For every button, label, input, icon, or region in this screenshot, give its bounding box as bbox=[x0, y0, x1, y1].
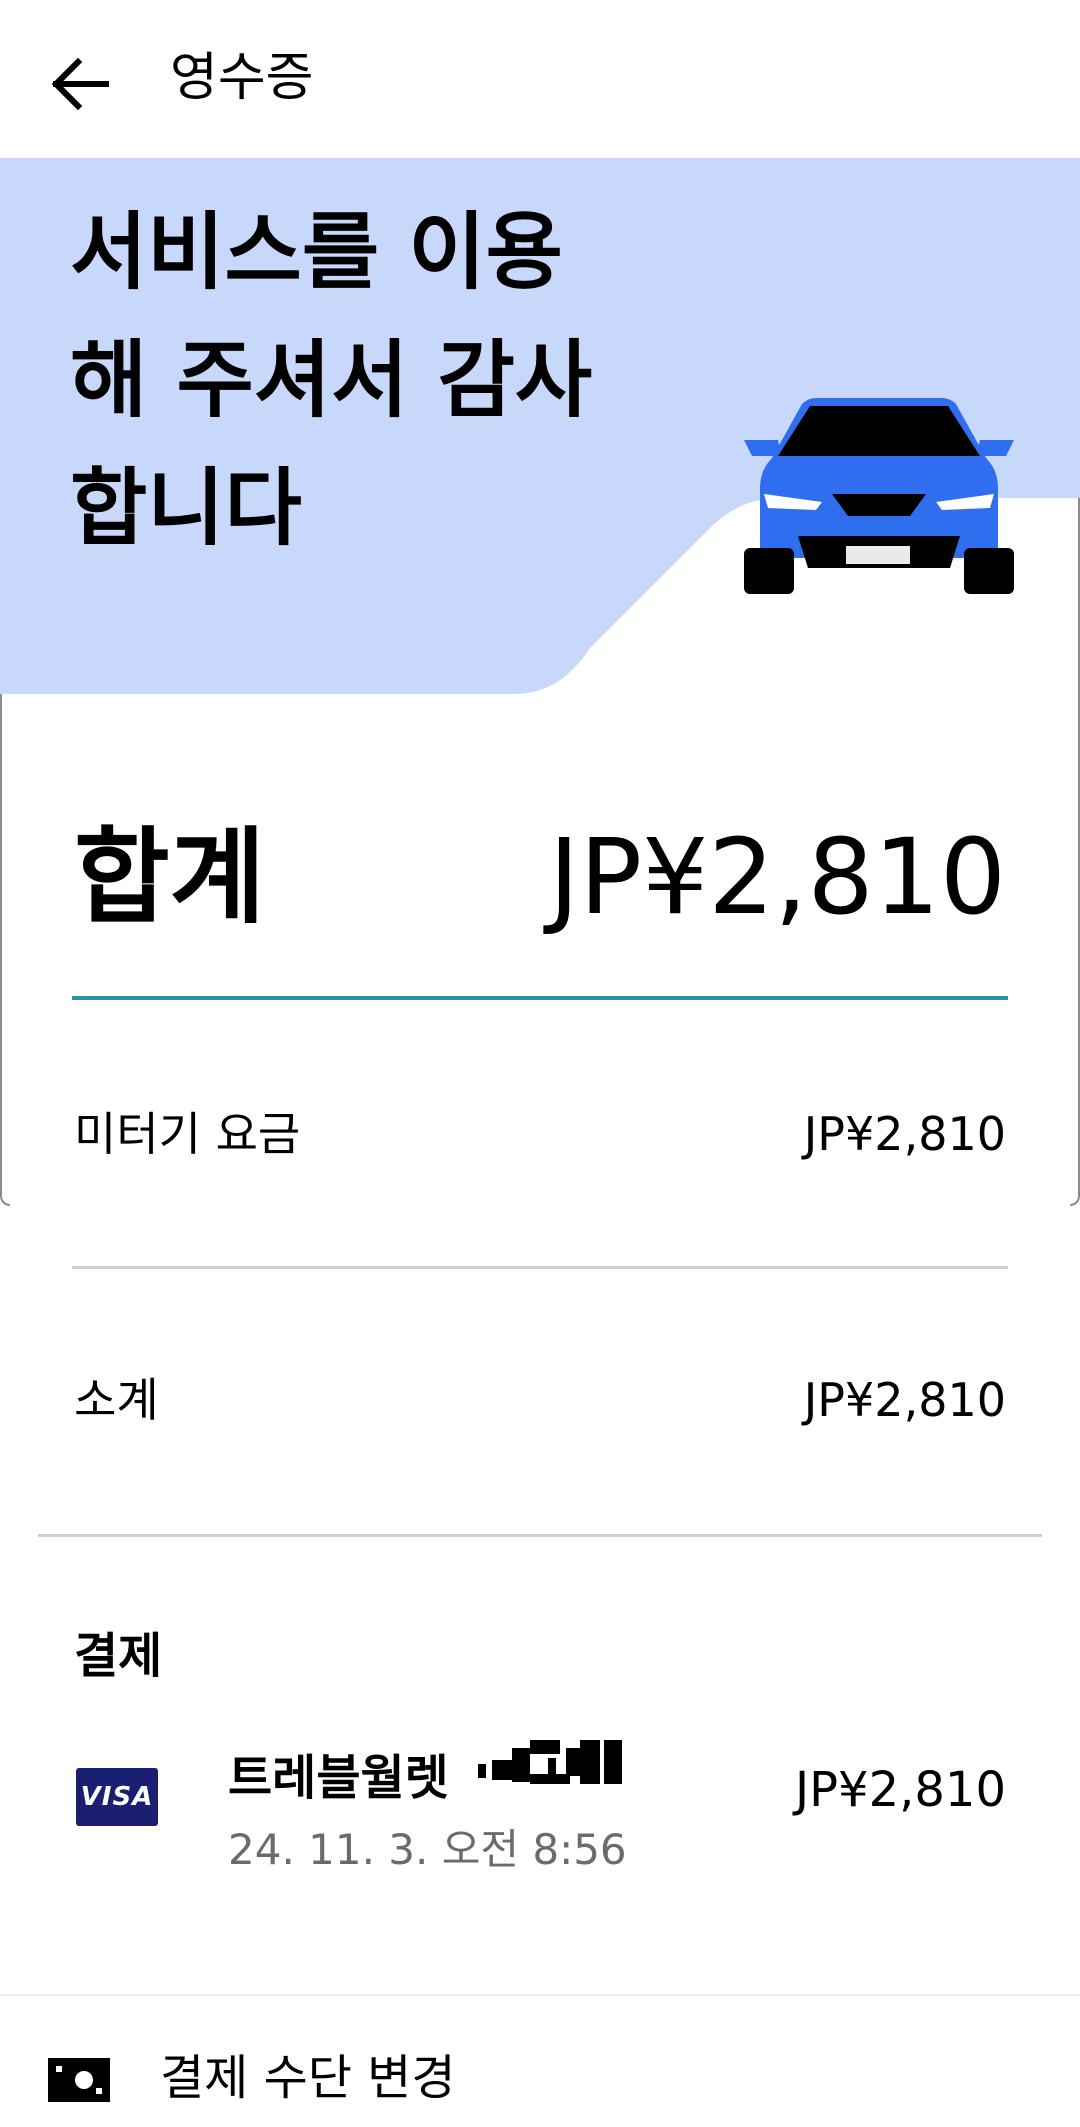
visa-card-icon: VISA bbox=[76, 1768, 158, 1826]
payment-date: 24. 11. 3. 오전 8:56 bbox=[228, 1825, 627, 1874]
cash-icon bbox=[48, 2058, 110, 2102]
change-payment-method-button[interactable]: 결제 수단 변경 bbox=[0, 2010, 1080, 2127]
divider bbox=[72, 1266, 1008, 1269]
change-payment-method-label: 결제 수단 변경 bbox=[160, 2050, 456, 2106]
back-button[interactable] bbox=[38, 42, 122, 126]
top-bar: 영수증 bbox=[0, 0, 1080, 158]
total-value: JP¥2,810 bbox=[548, 816, 1006, 938]
divider bbox=[38, 1534, 1042, 1537]
card-name: 트레블월렛 bbox=[228, 1750, 449, 1806]
payment-amount: JP¥2,810 bbox=[794, 1762, 1006, 1818]
car-icon bbox=[744, 398, 1014, 594]
subtotal-label: 소계 bbox=[74, 1373, 159, 1427]
meter-fare-label: 미터기 요금 bbox=[74, 1107, 301, 1161]
subtotal-value: JP¥2,810 bbox=[803, 1373, 1006, 1427]
divider bbox=[0, 1994, 1080, 1996]
total-divider bbox=[72, 996, 1008, 1000]
arrow-left-icon bbox=[51, 57, 109, 111]
hero-banner: 서비스를 이용 해 주셔서 감사 합니다 bbox=[0, 158, 1080, 718]
payment-section-label: 결제 bbox=[74, 1628, 163, 1684]
total-label: 합계 bbox=[74, 816, 266, 938]
hero-title: 서비스를 이용 해 주셔서 감사 합니다 bbox=[70, 203, 593, 557]
meter-fare-value: JP¥2,810 bbox=[803, 1107, 1006, 1161]
page-title: 영수증 bbox=[170, 48, 314, 108]
masked-card-number bbox=[478, 1740, 622, 1784]
